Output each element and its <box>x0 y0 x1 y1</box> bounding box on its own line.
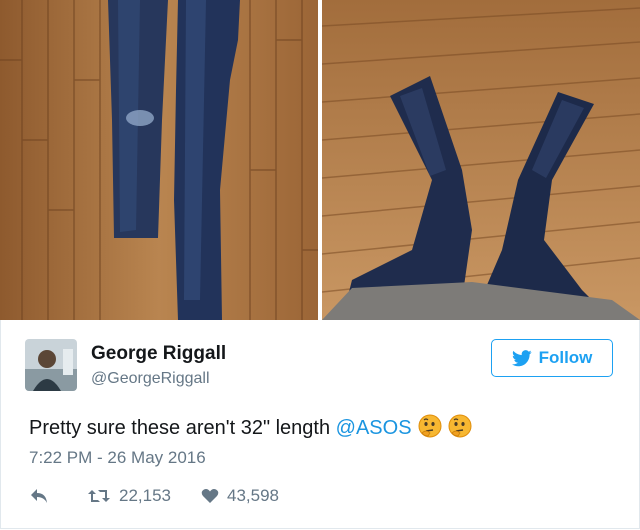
mention-link[interactable]: @ASOS <box>336 417 412 439</box>
tweet-text-body: Pretty sure these aren't 32" length <box>29 417 336 439</box>
thinking-face-emoji-icon <box>418 414 442 444</box>
author-name[interactable]: George Riggall <box>91 343 226 365</box>
retweet-button[interactable]: 22,153 <box>87 486 171 506</box>
photo-jeans-worn[interactable] <box>322 0 640 320</box>
thinking-face-emoji-icon <box>448 414 472 444</box>
tweet-text: Pretty sure these aren't 32" length @ASO… <box>29 414 472 444</box>
photo-jeans-on-floor[interactable] <box>0 0 318 320</box>
worn-jeans-photo-image <box>322 0 640 320</box>
avatar-image <box>25 339 77 391</box>
reply-button[interactable] <box>29 488 57 504</box>
tweet-actions: 22,153 43,598 <box>29 485 309 507</box>
reply-icon <box>31 489 47 503</box>
retweet-count: 22,153 <box>119 486 171 505</box>
tweet-timestamp[interactable]: 7:22 PM - 26 May 2016 <box>29 448 206 468</box>
tweet-photos <box>0 0 640 320</box>
heart-icon <box>201 489 219 503</box>
follow-button[interactable]: Follow <box>491 339 613 377</box>
avatar[interactable] <box>25 339 77 391</box>
like-button[interactable]: 43,598 <box>201 486 279 506</box>
like-count: 43,598 <box>227 486 279 505</box>
author-handle[interactable]: @GeorgeRiggall <box>91 370 210 388</box>
tweet-card: George Riggall @GeorgeRiggall Follow Pre… <box>0 320 640 529</box>
retweet-icon <box>88 490 110 502</box>
jeans-photo-image <box>0 0 318 320</box>
follow-label: Follow <box>538 348 593 367</box>
twitter-bird-icon <box>511 349 532 366</box>
